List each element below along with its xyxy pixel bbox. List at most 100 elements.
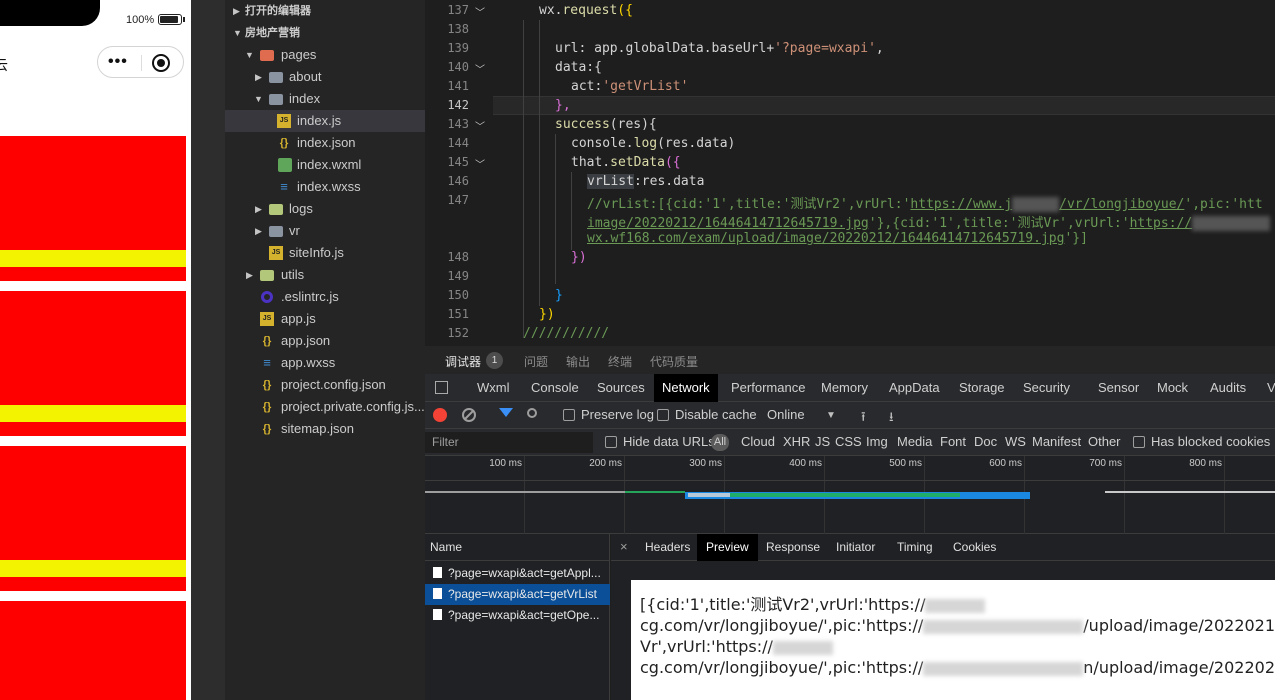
network-timeline[interactable]: 100 ms 200 ms 300 ms 400 ms 500 ms 600 m… xyxy=(425,456,1275,534)
tab-sources[interactable]: Sources xyxy=(597,374,645,402)
tree-item-about[interactable]: ▶ about xyxy=(225,66,425,88)
fold-chevron-icon[interactable]: ﹀ xyxy=(475,156,485,171)
filter-type-ws[interactable]: WS xyxy=(1005,434,1026,449)
blocked-cookies-checkbox[interactable] xyxy=(1133,436,1145,448)
tree-item-sitemap[interactable]: {} sitemap.json xyxy=(225,418,425,440)
tab-preview[interactable]: Preview xyxy=(697,534,758,561)
code-token: ({ xyxy=(664,155,681,170)
vr-card[interactable] xyxy=(0,291,186,436)
download-icon[interactable]: ⭳ xyxy=(889,408,894,430)
line-number: 142 xyxy=(447,98,469,112)
tab-storage[interactable]: Storage xyxy=(959,374,1005,402)
filter-type-font[interactable]: Font xyxy=(940,434,966,449)
fold-chevron-icon[interactable]: ﹀ xyxy=(475,118,485,133)
tab-terminal[interactable]: 终端 xyxy=(608,353,632,370)
code-line: } xyxy=(555,288,563,303)
tab-problems[interactable]: 问题 xyxy=(524,353,548,370)
filter-type-other[interactable]: Other xyxy=(1088,434,1121,449)
preserve-log-checkbox[interactable] xyxy=(563,409,575,421)
clear-icon[interactable] xyxy=(462,408,476,422)
filter-icon[interactable] xyxy=(499,408,513,417)
more-icon[interactable]: ••• xyxy=(108,53,128,71)
close-miniprogram-icon[interactable] xyxy=(152,54,170,72)
tree-item-index-json[interactable]: {} index.json xyxy=(225,132,425,154)
tab-response[interactable]: Response xyxy=(766,534,820,561)
disable-cache-checkbox[interactable] xyxy=(657,409,669,421)
search-icon[interactable] xyxy=(527,408,537,418)
vr-card[interactable] xyxy=(0,136,186,281)
fold-chevron-icon[interactable]: ﹀ xyxy=(475,4,485,19)
close-icon[interactable]: × xyxy=(620,539,628,554)
code-link[interactable]: wx.wf168.com/exam/upload/image/20220212/… xyxy=(587,231,1064,246)
tree-item-app-json[interactable]: {} app.json xyxy=(225,330,425,352)
response-preview[interactable]: [{cid:'1',title:'测试Vr2',vrUrl:'https:// … xyxy=(631,580,1275,700)
open-editors-section[interactable]: ▶ 打开的编辑器 xyxy=(225,0,425,22)
tree-item-app-wxss[interactable]: ≡ app.wxss xyxy=(225,352,425,374)
tree-item-index-folder[interactable]: ▼ index xyxy=(225,88,425,110)
hide-data-urls-checkbox[interactable] xyxy=(605,436,617,448)
upload-icon[interactable]: ⭱ xyxy=(861,408,866,430)
project-section[interactable]: ▼ 房地产营销 xyxy=(225,22,425,44)
tab-sensor[interactable]: Sensor xyxy=(1098,374,1139,402)
inspect-element-icon[interactable] xyxy=(435,381,448,394)
fold-chevron-icon[interactable]: ﹀ xyxy=(475,61,485,76)
tree-item-eslintrc[interactable]: .eslintrc.js xyxy=(225,286,425,308)
tab-timing[interactable]: Timing xyxy=(897,534,933,561)
tab-code-quality[interactable]: 代码质量 xyxy=(650,353,698,370)
tab-output[interactable]: 输出 xyxy=(566,353,590,370)
filter-type-css[interactable]: CSS xyxy=(835,434,862,449)
tab-mock[interactable]: Mock xyxy=(1157,374,1188,402)
tree-item-project-private-config[interactable]: {} project.private.config.js... xyxy=(225,396,425,418)
code-link[interactable]: https://www.j xyxy=(910,197,1012,212)
filter-type-manifest[interactable]: Manifest xyxy=(1032,434,1081,449)
filter-all[interactable]: All xyxy=(711,434,729,451)
vr-card[interactable] xyxy=(0,601,186,700)
filter-input[interactable]: Filter xyxy=(425,432,593,453)
tree-item-label: index.wxml xyxy=(297,157,362,172)
filter-type-doc[interactable]: Doc xyxy=(974,434,997,449)
filter-type-img[interactable]: Img xyxy=(866,434,888,449)
vr-card[interactable] xyxy=(0,446,186,591)
filter-type-cloud[interactable]: Cloud xyxy=(741,434,775,449)
code-link[interactable]: image/20220212/16446414712645719.jpg xyxy=(587,216,869,231)
code-editor[interactable]: 137 138 139 140 141 142 143 144 145 146 … xyxy=(425,0,1275,346)
tab-more[interactable]: V xyxy=(1267,374,1275,402)
tab-console[interactable]: Console xyxy=(531,374,579,402)
tree-item-vr[interactable]: ▶ vr xyxy=(225,220,425,242)
tree-item-project-config[interactable]: {} project.config.json xyxy=(225,374,425,396)
request-list-header[interactable]: Name xyxy=(425,534,610,561)
request-row-selected[interactable]: ?page=wxapi&act=getVrList xyxy=(425,584,610,605)
filter-type-xhr[interactable]: XHR xyxy=(783,434,810,449)
capsule-menu[interactable]: ••• xyxy=(97,46,184,78)
tree-item-siteinfo[interactable]: JS siteInfo.js xyxy=(225,242,425,264)
tab-headers[interactable]: Headers xyxy=(645,534,690,561)
tab-appdata[interactable]: AppData xyxy=(889,374,940,402)
tab-performance[interactable]: Performance xyxy=(731,374,805,402)
tree-item-logs[interactable]: ▶ logs xyxy=(225,198,425,220)
tab-wxml[interactable]: Wxml xyxy=(477,374,510,402)
tab-initiator[interactable]: Initiator xyxy=(836,534,875,561)
tree-item-pages[interactable]: ▼ pages xyxy=(225,44,425,66)
request-row[interactable]: ?page=wxapi&act=getAppl... xyxy=(425,563,610,584)
tab-network[interactable]: Network xyxy=(654,374,718,402)
tab-debugger[interactable]: 调试器 xyxy=(445,353,481,370)
code-link[interactable]: https:// xyxy=(1130,216,1193,231)
tab-audits[interactable]: Audits xyxy=(1210,374,1246,402)
tab-security[interactable]: Security xyxy=(1023,374,1070,402)
throttle-select[interactable]: Online xyxy=(767,407,805,422)
request-row[interactable]: ?page=wxapi&act=getOpe... xyxy=(425,605,610,626)
tree-item-index-wxss[interactable]: ≡ index.wxss xyxy=(225,176,425,198)
tree-item-app-js[interactable]: JS app.js xyxy=(225,308,425,330)
record-icon[interactable] xyxy=(433,408,447,422)
tab-memory[interactable]: Memory xyxy=(821,374,868,402)
code-token: wx. xyxy=(539,3,563,18)
tree-item-utils[interactable]: ▶ utils xyxy=(225,264,425,286)
tree-item-index-js[interactable]: JS index.js xyxy=(225,110,425,132)
code-link[interactable]: /vr/longjiboyue/ xyxy=(1059,197,1184,212)
tree-item-index-wxml[interactable]: index.wxml xyxy=(225,154,425,176)
filter-type-media[interactable]: Media xyxy=(897,434,932,449)
tab-cookies[interactable]: Cookies xyxy=(953,534,996,561)
folder-icon xyxy=(269,72,283,83)
filter-type-js[interactable]: JS xyxy=(815,434,830,449)
dropdown-caret-icon[interactable]: ▼ xyxy=(826,410,836,421)
